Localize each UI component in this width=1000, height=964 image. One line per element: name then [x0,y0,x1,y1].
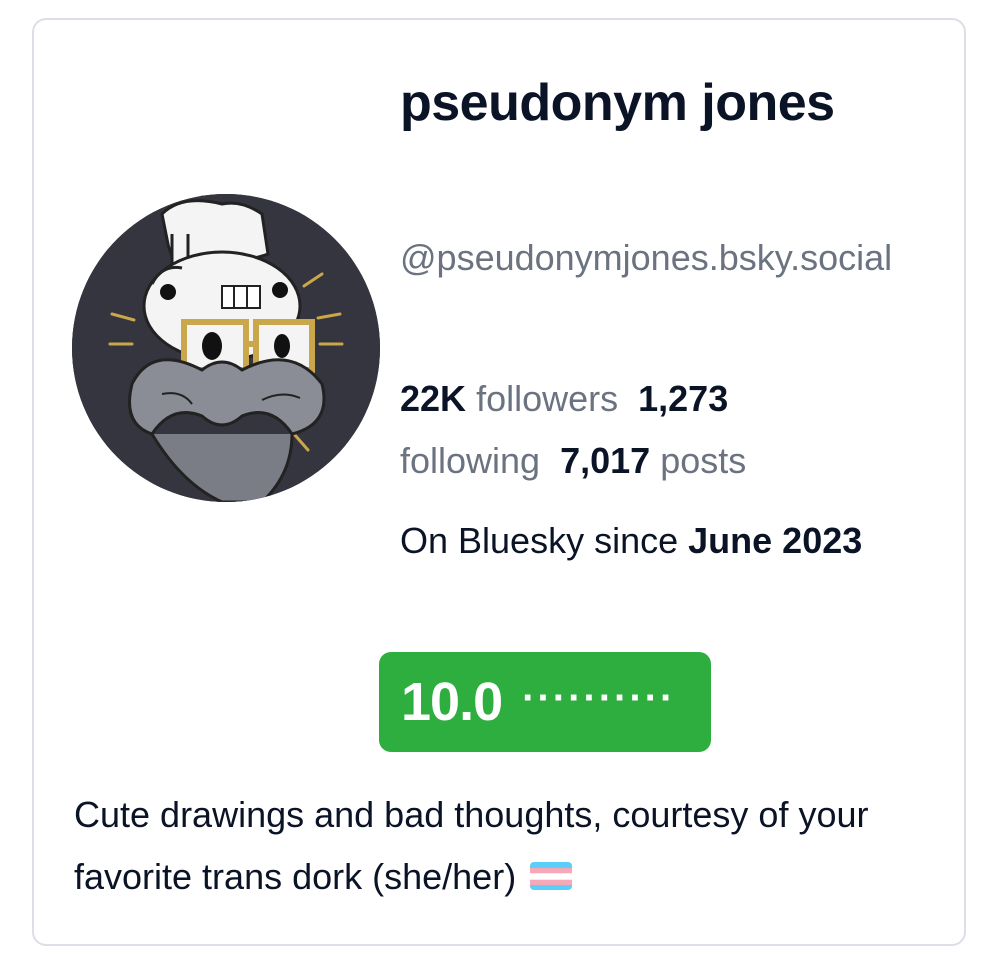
posts-stat[interactable]: 7,017 posts [560,440,746,481]
score-dots: ·········· [522,675,676,720]
following-label: following [400,440,541,481]
following-count: 1,273 [638,378,729,419]
joined-date: On Bluesky since June 2023 [400,510,870,572]
handle[interactable]: @pseudonymjones.bsky.social [400,228,930,288]
score-value: 10.0 [401,672,503,732]
profile-stats: 22K followers 1,273 following 7,017 post… [400,368,840,492]
posts-count: 7,017 [560,440,651,481]
score-badge: 10.0 ·········· [379,652,711,752]
display-name[interactable]: pseudonym jones [400,72,910,134]
followers-count: 22K [400,378,467,419]
posts-label: posts [660,440,747,481]
trans-flag-icon [530,862,573,891]
joined-date-value: June 2023 [688,520,863,561]
followers-stat[interactable]: 22K followers [400,378,618,419]
profile-bio: Cute drawings and bad thoughts, courtesy… [74,784,954,908]
avatar-illustration-icon [72,194,380,502]
followers-label: followers [476,378,619,419]
avatar[interactable] [72,194,380,502]
joined-prefix: On Bluesky since [400,520,679,561]
bio-text: Cute drawings and bad thoughts, courtesy… [74,794,869,897]
